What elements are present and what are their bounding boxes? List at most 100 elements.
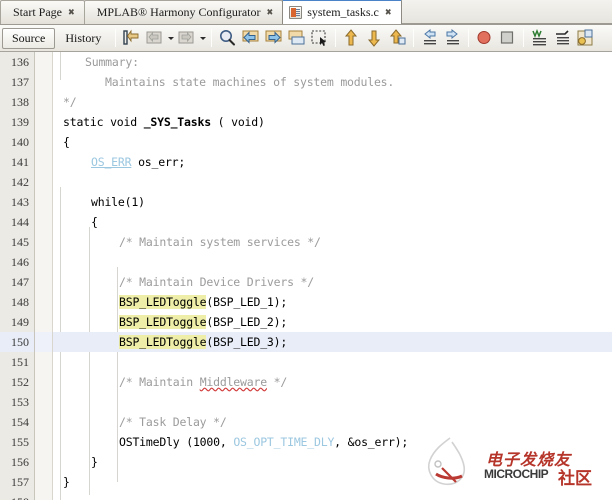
line-number: 154 (0, 412, 35, 432)
code-line-145[interactable]: 145 /* Maintain system services */ (0, 232, 612, 252)
line-number: 148 (0, 292, 35, 312)
next-error-icon[interactable] (364, 28, 385, 48)
line-number: 138 (0, 92, 35, 112)
code-line-157[interactable]: 157 } (0, 472, 612, 492)
code-line-149[interactable]: 149 BSP_LEDToggle(BSP_LED_2); (0, 312, 612, 332)
code-line-158[interactable]: 158 (0, 492, 612, 500)
line-number: 156 (0, 452, 35, 472)
line-number: 152 (0, 372, 35, 392)
code-lines: 136 Summary: 137 Maintains state machine… (0, 52, 612, 500)
brace-token: } (91, 455, 98, 469)
code-line-156[interactable]: 156 } (0, 452, 612, 472)
start-macro-recording-icon[interactable] (474, 28, 495, 48)
toolbar-separator (211, 29, 212, 47)
code-line-140[interactable]: 140 { (0, 132, 612, 152)
code-line-154[interactable]: 154 /* Task Delay */ (0, 412, 612, 432)
call-args-token: (BSP_LED_2); (206, 315, 287, 329)
code-text: while(1) (53, 192, 145, 212)
highlighted-occurrence: BSP_LEDToggle (119, 315, 206, 329)
code-line-151[interactable]: 151 (0, 352, 612, 372)
fold-cell (35, 392, 53, 412)
fold-cell (35, 472, 53, 492)
shift-right-icon[interactable] (442, 28, 463, 48)
code-line-153[interactable]: 153 (0, 392, 612, 412)
code-text: Summary: (53, 52, 139, 72)
line-number: 145 (0, 232, 35, 252)
code-line-152[interactable]: 152 /* Maintain Middleware */ (0, 372, 612, 392)
toggle-rectangular-selection-icon[interactable] (309, 28, 330, 48)
fold-cell (35, 252, 53, 272)
code-text: { (53, 212, 98, 232)
previous-error-icon[interactable] (341, 28, 362, 48)
code-line-142[interactable]: 142 (0, 172, 612, 192)
code-text: { (53, 132, 70, 152)
tab-system-tasks-c[interactable]: system_tasks.c ✖ (282, 0, 401, 24)
find-selection-icon[interactable] (217, 28, 238, 48)
call-token: OSTimeDly (1000, (119, 435, 233, 449)
code-text: } (53, 472, 70, 492)
next-bookmark-icon[interactable] (263, 28, 284, 48)
history-view-button[interactable]: History (55, 28, 111, 49)
toolbar-separator (523, 29, 524, 47)
code-line-144[interactable]: 144 { (0, 212, 612, 232)
code-text: BSP_LEDToggle(BSP_LED_3); (53, 332, 287, 352)
comment-token: /* Task Delay */ (119, 415, 227, 429)
code-text: /* Task Delay */ (53, 412, 227, 432)
previous-bookmark-icon[interactable] (240, 28, 261, 48)
code-editor[interactable]: 136 Summary: 137 Maintains state machine… (0, 52, 612, 500)
tab-mplab-harmony-configurator[interactable]: MPLAB® Harmony Configurator ✖ (84, 0, 283, 24)
close-icon[interactable]: ✖ (265, 7, 274, 18)
variable-token: os_err; (131, 155, 185, 169)
line-number: 147 (0, 272, 35, 292)
code-line-148[interactable]: 148 BSP_LEDToggle(BSP_LED_1); (0, 292, 612, 312)
code-line-147[interactable]: 147 /* Maintain Device Drivers */ (0, 272, 612, 292)
toggle-highlight-icon[interactable] (387, 28, 408, 48)
fold-cell (35, 52, 53, 72)
fold-cell (35, 492, 53, 500)
type-token: OS_ERR (91, 155, 131, 169)
comment-icon[interactable] (529, 28, 550, 48)
tab-start-page[interactable]: Start Page ✖ (0, 0, 85, 24)
function-name-token: _SYS_Tasks (144, 115, 211, 129)
code-line-143[interactable]: 143 while(1) (0, 192, 612, 212)
code-line-141[interactable]: 141 OS_ERR os_err; (0, 152, 612, 172)
code-line-136[interactable]: 136 Summary: (0, 52, 612, 72)
ide-window: Start Page ✖ MPLAB® Harmony Configurator… (0, 0, 612, 500)
line-number: 140 (0, 132, 35, 152)
constant-token: OS_OPT_TIME_DLY (233, 435, 334, 449)
line-number: 155 (0, 432, 35, 452)
fold-cell (35, 152, 53, 172)
source-view-button[interactable]: Source (2, 28, 55, 49)
code-line-139[interactable]: 139 static void _SYS_Tasks ( void) (0, 112, 612, 132)
comment-token: /* Maintain (119, 375, 200, 389)
code-line-138[interactable]: 138 */ (0, 92, 612, 112)
toggle-bookmark-icon[interactable] (286, 28, 307, 48)
last-edit-icon[interactable] (121, 28, 142, 48)
code-line-146[interactable]: 146 (0, 252, 612, 272)
highlighted-occurrence: BSP_LEDToggle (119, 295, 206, 309)
back-icon[interactable] (144, 28, 165, 48)
brace-token: { (91, 215, 98, 229)
close-icon[interactable]: ✖ (384, 7, 393, 18)
fold-cell (35, 452, 53, 472)
shift-left-icon[interactable] (419, 28, 440, 48)
forward-dropdown-icon[interactable] (198, 28, 207, 48)
line-number: 139 (0, 112, 35, 132)
close-icon[interactable]: ✖ (67, 7, 76, 18)
comment-token: Summary: (85, 55, 139, 69)
code-text: BSP_LEDToggle(BSP_LED_1); (53, 292, 287, 312)
stop-macro-recording-icon[interactable] (497, 28, 518, 48)
line-number: 146 (0, 252, 35, 272)
code-text: */ (53, 92, 76, 112)
code-line-137[interactable]: 137 Maintains state machines of system m… (0, 72, 612, 92)
tab-label: Start Page (13, 5, 62, 20)
back-dropdown-icon[interactable] (166, 28, 175, 48)
fold-cell (35, 312, 53, 332)
code-line-155[interactable]: 155 OSTimeDly (1000, OS_OPT_TIME_DLY, &o… (0, 432, 612, 452)
forward-icon[interactable] (176, 28, 197, 48)
navigate-icon[interactable] (575, 28, 596, 48)
brace-token: } (63, 475, 70, 489)
line-number: 151 (0, 352, 35, 372)
uncomment-icon[interactable] (552, 28, 573, 48)
code-line-150[interactable]: 150 BSP_LEDToggle(BSP_LED_3); (0, 332, 612, 352)
